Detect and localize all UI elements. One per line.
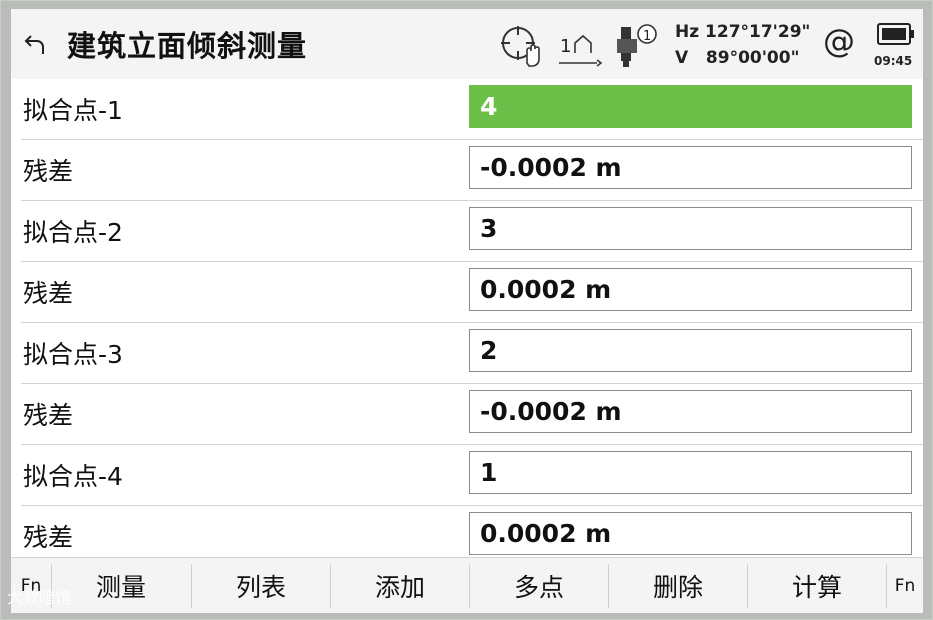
fn-right-button[interactable]: Fn [887, 558, 923, 613]
list-row: 残差 -0.0002 m [11, 384, 923, 445]
list-row: 残差 0.0002 m [11, 262, 923, 323]
target-count: 1 [560, 36, 571, 57]
field-value: 0.0002 m [480, 519, 612, 548]
value-field[interactable]: 4 [469, 85, 912, 128]
field-value: 0.0002 m [480, 275, 612, 304]
row-label: 拟合点-2 [23, 218, 123, 247]
measurement-list: 拟合点-1 4 残差 -0.0002 m 拟合点-2 3 残差 0.0002 m… [11, 79, 923, 555]
field-value: 3 [480, 214, 498, 243]
instrument-face-icon[interactable]: 1 [615, 21, 661, 69]
list-row: 拟合点-3 2 [11, 323, 923, 384]
angle-readout: Hz 127°17'29" V 89°00'00" [675, 19, 810, 71]
row-label: 残差 [23, 523, 74, 552]
row-label: 拟合点-1 [23, 96, 123, 125]
measure-button[interactable]: 测量 [52, 558, 190, 613]
value-field[interactable]: 3 [469, 207, 912, 250]
value-field[interactable]: 2 [469, 329, 912, 372]
delete-button[interactable]: 删除 [609, 558, 747, 613]
hz-value: Hz 127°17'29" [675, 22, 811, 42]
clock-time: 09:45 [874, 54, 913, 68]
list-row: 拟合点-4 1 [11, 445, 923, 506]
field-value: -0.0002 m [480, 397, 622, 426]
field-value: 4 [480, 92, 498, 121]
list-row: 拟合点-2 3 [11, 201, 923, 262]
target-height-icon[interactable]: 1 [557, 27, 603, 69]
face-number: 1 [643, 29, 651, 44]
header-bar: 建筑立面倾斜测量 1 1 Hz 127°17'29" V 89°00'00" @… [11, 9, 923, 79]
add-button[interactable]: 添加 [331, 558, 469, 613]
value-field[interactable]: -0.0002 m [469, 390, 912, 433]
row-label: 残差 [23, 157, 74, 186]
value-field[interactable]: 1 [469, 451, 912, 494]
field-value: 1 [480, 458, 498, 487]
compute-button[interactable]: 计算 [748, 558, 886, 613]
row-label: 残差 [23, 279, 74, 308]
battery-icon [877, 23, 914, 45]
list-row: 拟合点-1 4 [11, 79, 923, 140]
back-arrow-icon[interactable] [23, 32, 49, 58]
field-value: 2 [480, 336, 498, 365]
row-label: 拟合点-4 [23, 462, 123, 491]
list-row: 残差 0.0002 m [11, 506, 923, 555]
multi-point-button[interactable]: 多点 [470, 558, 608, 613]
value-field[interactable]: 0.0002 m [469, 512, 912, 555]
list-row: 残差 -0.0002 m [11, 140, 923, 201]
value-field[interactable]: -0.0002 m [469, 146, 912, 189]
bottom-toolbar: Fn 测量 列表 添加 多点 删除 计算 Fn [11, 557, 923, 613]
row-label: 残差 [23, 401, 74, 430]
v-value: V 89°00'00" [675, 48, 800, 68]
row-label: 拟合点-3 [23, 340, 123, 369]
screen: 建筑立面倾斜测量 1 1 Hz 127°17'29" V 89°00'00" @… [11, 9, 923, 613]
watermark: 大数暗馆 [7, 588, 72, 607]
page-title: 建筑立面倾斜测量 [67, 29, 308, 63]
field-value: -0.0002 m [480, 153, 622, 182]
at-icon[interactable]: @ [823, 22, 855, 60]
list-button[interactable]: 列表 [192, 558, 330, 613]
crosshair-hand-icon[interactable] [499, 23, 545, 69]
device-frame: 建筑立面倾斜测量 1 1 Hz 127°17'29" V 89°00'00" @… [0, 0, 933, 620]
value-field[interactable]: 0.0002 m [469, 268, 912, 311]
